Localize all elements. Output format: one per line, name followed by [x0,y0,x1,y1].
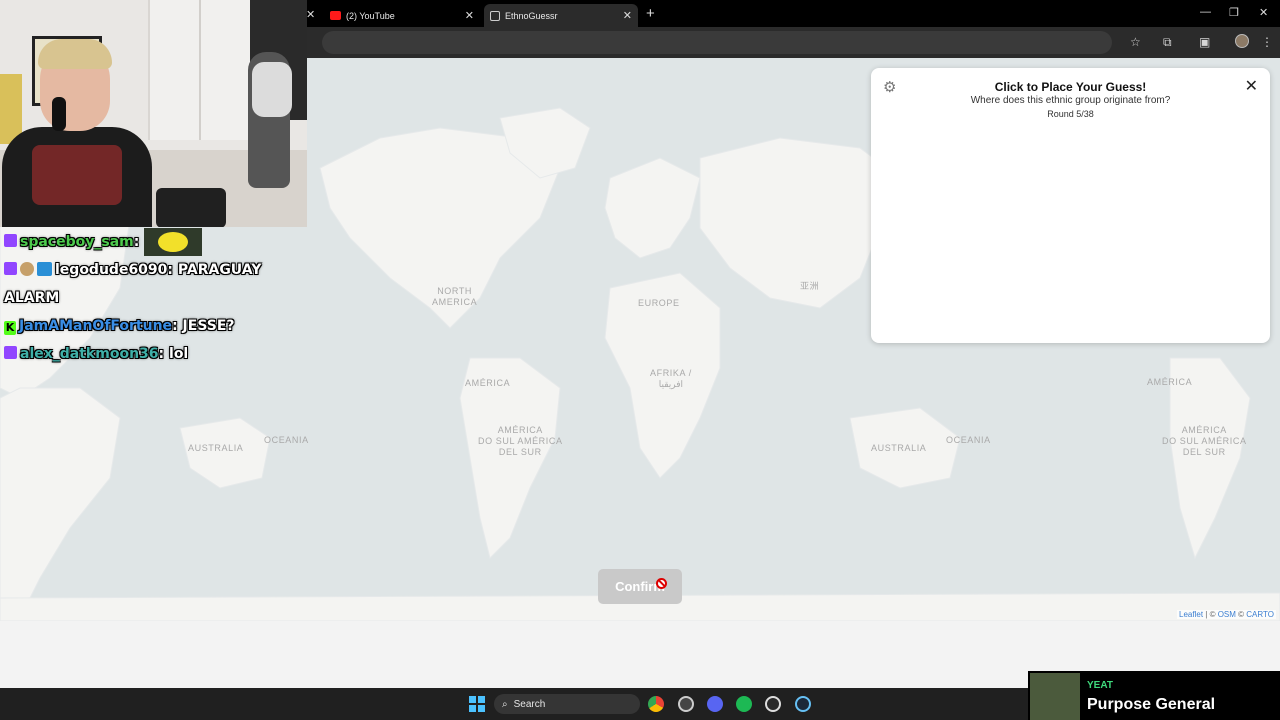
leaflet-link[interactable]: Leaflet [1179,610,1203,619]
site-icon [490,10,500,21]
now-playing-overlay: YEAT Purpose General [1028,671,1280,720]
chat-message: legodude6090: PARAGUAY [4,256,304,284]
address-bar[interactable] [322,31,1112,54]
steam-icon[interactable] [795,696,811,712]
panel-title: Click to Place Your Guess! [994,80,1147,94]
chat-message: spaceboy_sam: [4,228,304,256]
close-icon[interactable]: ✕ [1245,76,1258,96]
chat-text: lol [169,346,189,362]
menu-icon[interactable]: ⋮ [1261,35,1273,49]
tab-ethnoguessr[interactable]: EthnoGuessr ✕ [484,4,638,27]
twitch-icon [4,346,17,359]
maximize-icon[interactable]: ❐ [1229,6,1239,19]
carto-link[interactable]: CARTO [1246,610,1274,619]
map-label-america: AMÉRICA [465,378,511,388]
chat-message: K JamAManOfFortune: JESSE? [4,318,235,335]
windows-start-icon[interactable] [469,696,485,712]
map-label-oceania: OCEANIA [264,435,309,445]
chat-username: legodude6090 [55,262,168,278]
app-icon[interactable] [678,696,694,712]
taskbar-search-label: Search [513,698,546,710]
panel-subtitle: Where does this ethnic group originate f… [970,95,1171,106]
discord-icon[interactable] [707,696,723,712]
close-tab-icon[interactable]: ✕ [465,9,474,22]
chrome-icon[interactable] [648,696,664,712]
minimize-icon[interactable]: — [1200,6,1211,18]
tab-title: (2) YouTube [346,10,395,21]
emote-image [144,228,203,256]
close-tab-icon[interactable]: ✕ [623,9,632,22]
close-tab-icon[interactable]: ✕ [306,8,315,21]
close-window-icon[interactable]: ✕ [1259,6,1268,19]
chat-overlay: spaceboy_sam: legodude6090: PARAGUAY ALA… [4,228,304,368]
chat-message: ALARM [4,284,304,312]
map-label-north-america: NORTH AMERICA [432,286,478,307]
spotify-icon[interactable] [736,696,752,712]
guess-panel: ⚙ Click to Place Your Guess! Where does … [871,68,1270,343]
twitch-icon [4,262,17,275]
streamer-hair [38,39,112,69]
map-label-afrika: AFRIKA / افريقيا [650,368,692,389]
youtube-icon [330,11,341,20]
chat-username: spaceboy_sam [20,234,134,250]
door-split [199,0,201,140]
chat-username: alex_datkmoon36 [20,346,159,362]
shirt-print [32,145,122,205]
chat-message: alex_datkmoon36: lol [4,340,304,368]
song-title: Purpose General [1087,696,1216,713]
cookie-badge-icon [20,262,34,276]
profile-avatar[interactable] [1235,34,1249,48]
headphones [52,97,66,131]
map-label-south-america: AMÉRICA DO SUL AMÉRICA DEL SUR [478,425,563,457]
confirm-button[interactable]: Confirm [598,569,682,604]
bookmark-star-icon[interactable]: ☆ [1130,35,1141,49]
chair [156,188,226,227]
chat-text: PARAGUAY [177,262,262,278]
streamer [2,39,152,227]
chat-text: JESSE? [182,318,235,334]
map-label-america: AMÉRICA [1147,377,1193,387]
artist-name: YEAT [1087,680,1113,691]
kick-icon: K [4,321,16,335]
chat-username: JamAManOfFortune [19,318,173,334]
new-tab-button[interactable]: + [646,5,655,22]
map-label-asia: 亚洲 [800,281,820,291]
extensions-icon[interactable]: ⧉ [1163,35,1172,50]
tab-title: EthnoGuessr [505,10,558,21]
webcam-overlay [0,0,307,227]
chat-text: ALARM [4,290,60,306]
taskbar-search[interactable]: ⌕ Search [494,694,640,714]
not-allowed-cursor-icon [656,578,667,589]
map-label-australia: AUSTRALIA [871,443,927,453]
osm-link[interactable]: OSM [1218,610,1236,619]
map-label-europe: EUROPE [638,298,680,308]
attribution-separator: | © [1203,610,1218,619]
app-icon[interactable] [765,696,781,712]
tab-youtube[interactable]: (2) YouTube ✕ [322,4,480,27]
map-label-australia: AUSTRALIA [188,443,244,453]
twitch-icon [4,234,17,247]
background-person-shirt [252,62,292,117]
round-counter: Round 5/38 [1047,109,1094,119]
search-icon: ⌕ [502,698,508,710]
map-attribution: Leaflet | © OSM © CARTO [1177,610,1276,619]
map-label-south-america: AMÉRICA DO SUL AMÉRICA DEL SUR [1162,425,1247,457]
media-control-icon[interactable]: ▣ [1199,35,1210,49]
map-label-oceania: OCEANIA [946,435,991,445]
crown-badge-icon [37,262,52,276]
album-art [1030,673,1080,720]
